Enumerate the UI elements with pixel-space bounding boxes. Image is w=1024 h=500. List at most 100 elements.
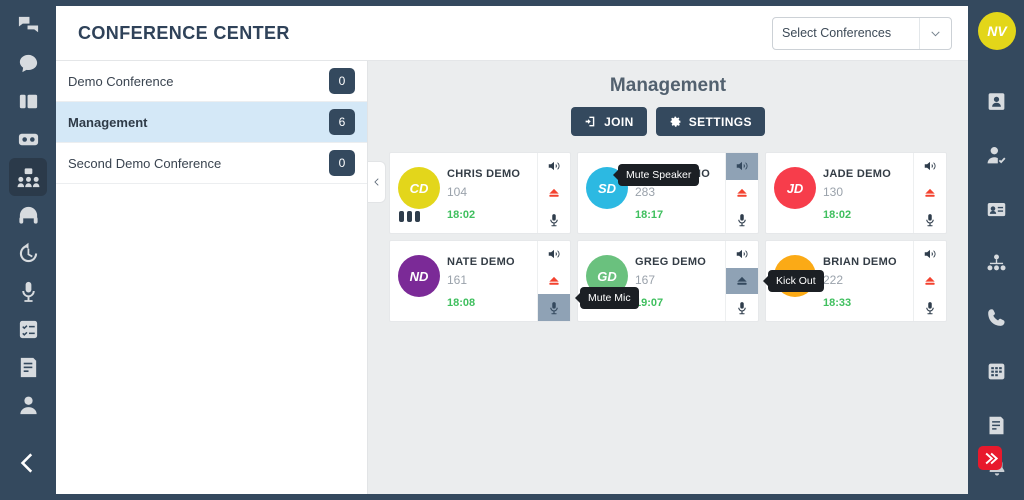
notes-icon[interactable] — [9, 348, 47, 386]
sign-in-icon — [584, 115, 597, 128]
mute-speaker-button[interactable] — [914, 241, 946, 268]
participant-card[interactable]: CD CHRIS DEMO 104 18:02 — [389, 152, 571, 234]
mute-mic-button[interactable] — [726, 294, 758, 321]
participant-card[interactable]: GD GREG DEMO 167 19:07 Kick Out — [577, 240, 759, 322]
management-title: Management — [368, 75, 968, 97]
conference-list-item[interactable]: Demo Conference 0 — [56, 61, 367, 102]
org-chart-icon[interactable] — [977, 244, 1015, 282]
page-title: CONFERENCE CENTER — [78, 23, 290, 44]
user-avatar[interactable]: NV — [978, 12, 1016, 50]
mute-mic-button[interactable] — [726, 206, 758, 233]
kick-out-button[interactable] — [914, 180, 946, 207]
participant-card[interactable]: ND NATE DEMO 161 18:08 Mute Mic — [389, 240, 571, 322]
kick-out-button[interactable] — [726, 180, 758, 207]
participant-duration: 19:07 — [635, 297, 663, 309]
main-window: CONFERENCE CENTER Select Conferences Dem… — [56, 6, 968, 494]
desk-phone-icon[interactable] — [9, 82, 47, 120]
participant-card[interactable]: SD STEVE DEMO 283 18:17 Mute Speaker — [577, 152, 759, 234]
avatar: CD — [398, 167, 440, 209]
mute-mic-button[interactable] — [914, 294, 946, 321]
sidebar-item-conference[interactable] — [9, 158, 47, 196]
participant-actions — [537, 241, 570, 321]
microphone-icon[interactable] — [9, 272, 47, 310]
notes-icon[interactable] — [977, 406, 1015, 444]
participant-card[interactable]: JD JADE DEMO 130 18:02 — [765, 152, 947, 234]
participant-duration: 18:02 — [447, 209, 475, 221]
contact-card-icon[interactable] — [977, 82, 1015, 120]
mute-speaker-button[interactable] — [538, 241, 570, 268]
gear-icon — [669, 115, 682, 128]
chevron-down-icon[interactable] — [919, 18, 951, 49]
settings-button[interactable]: SETTINGS — [656, 107, 765, 136]
checklist-icon[interactable] — [9, 310, 47, 348]
mute-mic-button[interactable] — [538, 206, 570, 233]
call-history-icon[interactable] — [9, 234, 47, 272]
participant-name: CHRIS DEMO — [447, 168, 520, 180]
join-button[interactable]: JOIN — [571, 107, 647, 136]
participant-extension: 167 — [635, 273, 655, 287]
participant-actions — [913, 153, 946, 233]
mute-speaker-button[interactable] — [538, 153, 570, 180]
mute-speaker-button[interactable] — [726, 241, 758, 268]
management-actions: JOIN SETTINGS — [368, 107, 968, 136]
mute-speaker-button[interactable] — [726, 153, 758, 180]
participant-name: BRIAN DEMO — [823, 256, 897, 268]
conference-count-badge: 6 — [329, 109, 355, 135]
user-icon[interactable] — [9, 386, 47, 424]
mute-speaker-button[interactable] — [914, 153, 946, 180]
conference-select[interactable]: Select Conferences — [772, 17, 952, 50]
kick-out-button[interactable] — [538, 268, 570, 295]
mute-mic-button[interactable] — [538, 294, 570, 321]
participant-actions — [913, 241, 946, 321]
management-panel: Management JOIN SETTINGS CD — [368, 61, 968, 494]
conference-select-label: Select Conferences — [773, 26, 919, 40]
participant-info: GD GREG DEMO 167 19:07 — [578, 241, 725, 321]
dial-pad-icon[interactable] — [977, 352, 1015, 390]
kick-out-button[interactable] — [726, 268, 758, 295]
conference-list-item-selected[interactable]: Management 6 — [56, 102, 367, 143]
body-area: Demo Conference 0 Management 6 Second De… — [56, 61, 968, 494]
chat-bubbles-icon[interactable] — [9, 6, 47, 44]
right-icon-rail — [968, 0, 1024, 500]
participant-extension: 222 — [823, 273, 843, 287]
conference-list-panel: Demo Conference 0 Management 6 Second De… — [56, 61, 368, 494]
avatar: JD — [774, 167, 816, 209]
participant-actions — [725, 153, 758, 233]
conference-list-item[interactable]: Second Demo Conference 0 — [56, 143, 367, 184]
participant-actions — [725, 241, 758, 321]
app-root: CONFERENCE CENTER Select Conferences Dem… — [0, 0, 1024, 500]
participant-duration: 18:08 — [447, 297, 475, 309]
participant-name: GREG DEMO — [635, 256, 706, 268]
headset-icon[interactable] — [9, 196, 47, 234]
participant-name: JADE DEMO — [823, 168, 891, 180]
kick-out-button[interactable] — [914, 268, 946, 295]
participant-info: ND NATE DEMO 161 18:08 — [390, 241, 537, 321]
conference-name: Second Demo Conference — [68, 156, 221, 171]
participant-info: JD JADE DEMO 130 18:02 — [766, 153, 913, 233]
avatar: ND — [398, 255, 440, 297]
participant-info: CD CHRIS DEMO 104 18:02 — [390, 153, 537, 233]
conference-name: Management — [68, 115, 147, 130]
chevron-left-icon[interactable] — [11, 446, 45, 480]
phone-icon[interactable] — [977, 298, 1015, 336]
notification-area[interactable] — [976, 444, 1016, 484]
participant-duration: 18:02 — [823, 209, 851, 221]
id-badge-icon[interactable] — [977, 190, 1015, 228]
conference-name: Demo Conference — [68, 74, 174, 89]
top-bar: CONFERENCE CENTER Select Conferences — [56, 6, 968, 61]
voicemail-icon[interactable] — [9, 120, 47, 158]
kick-out-button[interactable] — [538, 180, 570, 207]
tooltip-mute-mic: Mute Mic — [580, 287, 639, 309]
user-check-icon[interactable] — [977, 136, 1015, 174]
speaking-indicator-icon — [399, 211, 420, 222]
message-bubble-icon[interactable] — [9, 44, 47, 82]
participant-name: NATE DEMO — [447, 256, 515, 268]
participant-actions — [537, 153, 570, 233]
participant-duration: 18:17 — [635, 209, 663, 221]
join-button-label: JOIN — [604, 115, 634, 129]
double-chevron-right-icon[interactable] — [978, 446, 1002, 470]
participant-extension: 161 — [447, 273, 467, 287]
conference-count-badge: 0 — [329, 68, 355, 94]
mute-mic-button[interactable] — [914, 206, 946, 233]
participant-duration: 18:33 — [823, 297, 851, 309]
